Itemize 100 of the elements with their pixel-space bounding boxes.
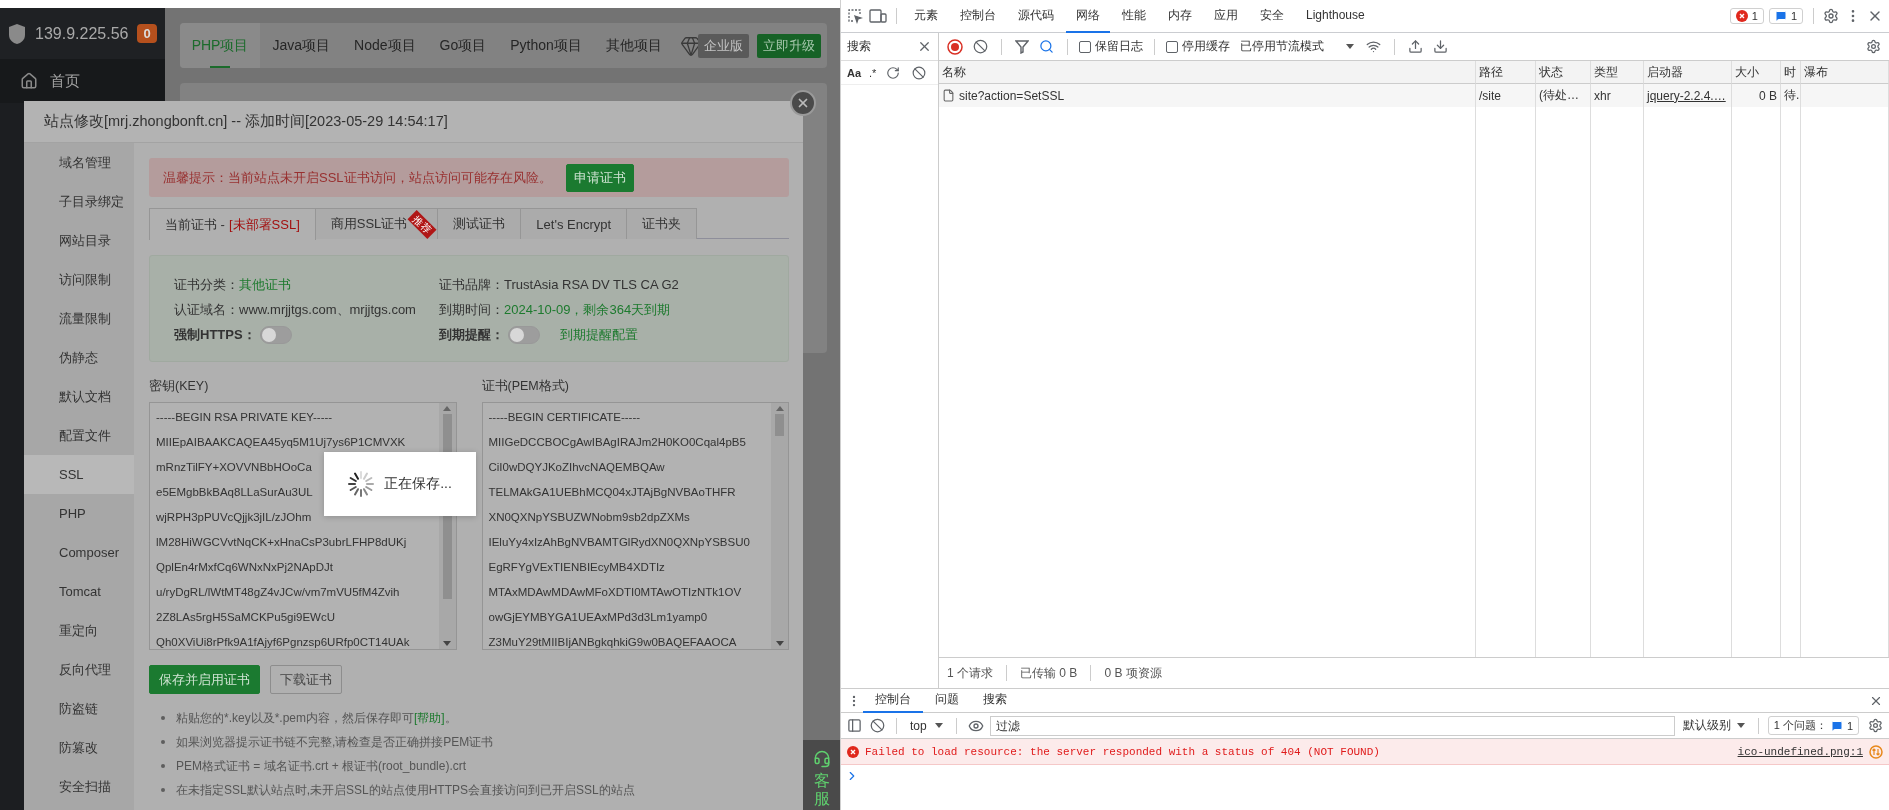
devtools-tab[interactable]: 网络 [1066, 0, 1110, 33]
devtools-tab[interactable]: 内存 [1158, 0, 1202, 33]
column-header[interactable]: 大小 [1732, 61, 1781, 84]
menu-item[interactable]: 流量限制 [24, 299, 134, 338]
filter-icon[interactable] [1013, 37, 1031, 56]
menu-item[interactable]: 重定向 [24, 611, 134, 650]
menu-item[interactable]: 防盗链 [24, 689, 134, 728]
info-value: www.mrjjtgs.com、mrjjtgs.com [239, 300, 416, 319]
apply-certificate-button[interactable]: 申请证书 [565, 163, 634, 192]
source-link[interactable]: ico-undefined.png:1 [1737, 745, 1863, 758]
settings-icon[interactable] [1864, 37, 1883, 56]
regex-toggle[interactable]: .* [869, 66, 877, 79]
project-tab[interactable]: Python项目 [498, 23, 594, 68]
devtools-tab[interactable]: 性能 [1112, 0, 1156, 33]
clear-icon[interactable] [868, 716, 887, 735]
menu-item[interactable]: 配置文件 [24, 416, 134, 455]
download-icon[interactable] [1431, 37, 1450, 56]
checkbox[interactable] [1079, 40, 1091, 53]
menu-item[interactable]: 防篡改 [24, 728, 134, 767]
sidebar-item[interactable]: 首页 [0, 59, 165, 103]
settings-icon[interactable] [1821, 6, 1841, 26]
project-tab[interactable]: Go项目 [427, 23, 499, 68]
menu-item[interactable]: 反向代理 [24, 650, 134, 689]
error-icon [847, 745, 859, 758]
upload-icon[interactable] [1406, 37, 1425, 56]
pem-line: MIIGeDCCBOCgAwIBAgIRAJm2H0KO0Cqal4pB5 [488, 435, 746, 450]
menu-item[interactable]: 默认文档 [24, 377, 134, 416]
clear-icon[interactable] [971, 37, 990, 56]
pem-line: MIIEpAIBAAKCAQEA45yq5M1Uj7ys6P1CMVXK [156, 435, 406, 450]
certificate-tab[interactable]: 当前证书 - [未部署SSL] [149, 208, 316, 240]
save-button[interactable]: 保存并启用证书 [149, 665, 260, 694]
message-count-button[interactable]: 1 [1768, 8, 1803, 24]
toggle-switch[interactable] [508, 325, 540, 344]
recommend-ribbon: 推荐 [407, 210, 437, 239]
menu-item[interactable]: 伪静态 [24, 338, 134, 377]
sidebar-toggle-icon[interactable] [845, 716, 864, 735]
column-header[interactable]: 瀑布 [1801, 61, 1889, 84]
info-label: 证书分类： [174, 275, 239, 294]
pem-line: e5EMgbBkBAq8LLaSurAu3UL [156, 485, 313, 500]
throttling-dropdown[interactable]: 已停用节流模式 [1236, 38, 1358, 55]
upgrade-button[interactable]: 立即升级 [756, 33, 821, 58]
drawer-tab[interactable]: 搜索 [971, 688, 1019, 713]
menu-item[interactable]: 访问限制 [24, 260, 134, 299]
devtools-tab[interactable]: 控制台 [950, 0, 1006, 33]
devtools-tab[interactable]: 安全 [1250, 0, 1294, 33]
pem-line: MTAxMDAwMDAwMFoXDTI0MTAwOTIzNTk1OV [488, 585, 742, 600]
menu-item[interactable]: 子目录绑定 [24, 182, 134, 221]
record-icon[interactable] [945, 36, 965, 57]
filter-input[interactable]: 过滤 [989, 715, 1675, 736]
menu-item[interactable]: Composer [24, 533, 134, 572]
table-cell: /site [1476, 84, 1536, 107]
toggle-switch[interactable] [259, 325, 292, 344]
scrollbar[interactable] [771, 403, 788, 649]
certificate-textarea[interactable] [481, 402, 789, 650]
devtools-tab[interactable]: Lighthouse [1296, 0, 1375, 33]
pem-line: EgRFYgVExTIENBIEcyMB4XDTIz [488, 560, 665, 575]
certificate-tab[interactable]: 证书夹 [626, 208, 698, 239]
devtools-tab[interactable]: 源代码 [1008, 0, 1064, 33]
menu-item[interactable]: 域名管理 [24, 143, 134, 182]
project-tab[interactable]: 其他项目 [593, 23, 674, 68]
drawer-tab[interactable]: 控制台 [863, 688, 923, 713]
device-toolbar-icon[interactable] [867, 6, 889, 26]
match-case-toggle[interactable]: Aa [847, 66, 862, 79]
column-header[interactable]: 类型 [1591, 61, 1644, 84]
bullet-dot [161, 716, 165, 720]
project-tab[interactable]: Java项目 [260, 23, 343, 68]
request-name-cell[interactable]: site?action=SetSSL [939, 84, 1476, 107]
support-tab[interactable]: 客服 [803, 740, 840, 810]
certificate-tab[interactable]: Let's Encrypt [520, 208, 628, 239]
scrollbar-thumb[interactable] [775, 414, 784, 436]
column-header[interactable]: 状态 [1536, 61, 1591, 84]
download-button[interactable]: 下载证书 [270, 665, 342, 694]
pem-line: -----BEGIN CERTIFICATE----- [488, 410, 641, 425]
error-count-button[interactable]: 1 [1729, 8, 1764, 24]
caret-icon [934, 723, 943, 728]
devtools-tab[interactable]: 应用 [1204, 0, 1248, 33]
home-icon [20, 72, 38, 90]
column-header[interactable]: 时 [1781, 61, 1801, 84]
column-header[interactable]: 名称 [939, 61, 1476, 84]
menu-item[interactable]: 网站目录 [24, 221, 134, 260]
settings-icon[interactable] [1866, 716, 1885, 735]
menu-item[interactable]: Tomcat [24, 572, 134, 611]
log-level-dropdown[interactable]: 默认级别 [1678, 717, 1749, 734]
certificate-tab[interactable]: 商用SSL证书 推荐 [314, 208, 439, 239]
menu-item[interactable]: SSL [24, 455, 134, 494]
menu-item[interactable]: PHP [24, 494, 134, 533]
certificate-tab[interactable]: 测试证书 [437, 208, 522, 239]
column-header[interactable]: 启动器 [1644, 61, 1732, 84]
issues-button[interactable]: 1 个问题： 1 [1767, 716, 1859, 735]
devtools-tab[interactable]: 元素 [904, 0, 948, 33]
network-request-icon [1869, 744, 1883, 759]
menu-item[interactable]: 安全扫描 [24, 767, 134, 806]
project-tab[interactable]: Node项目 [342, 23, 428, 68]
inspect-icon[interactable] [845, 6, 865, 26]
info-label: 认证域名： [174, 300, 239, 319]
search-icon[interactable] [1037, 37, 1056, 56]
drawer-tab[interactable]: 问题 [923, 688, 971, 713]
checkbox[interactable] [1166, 40, 1178, 53]
column-header[interactable]: 路径 [1476, 61, 1536, 84]
context-dropdown[interactable]: top [906, 718, 947, 733]
